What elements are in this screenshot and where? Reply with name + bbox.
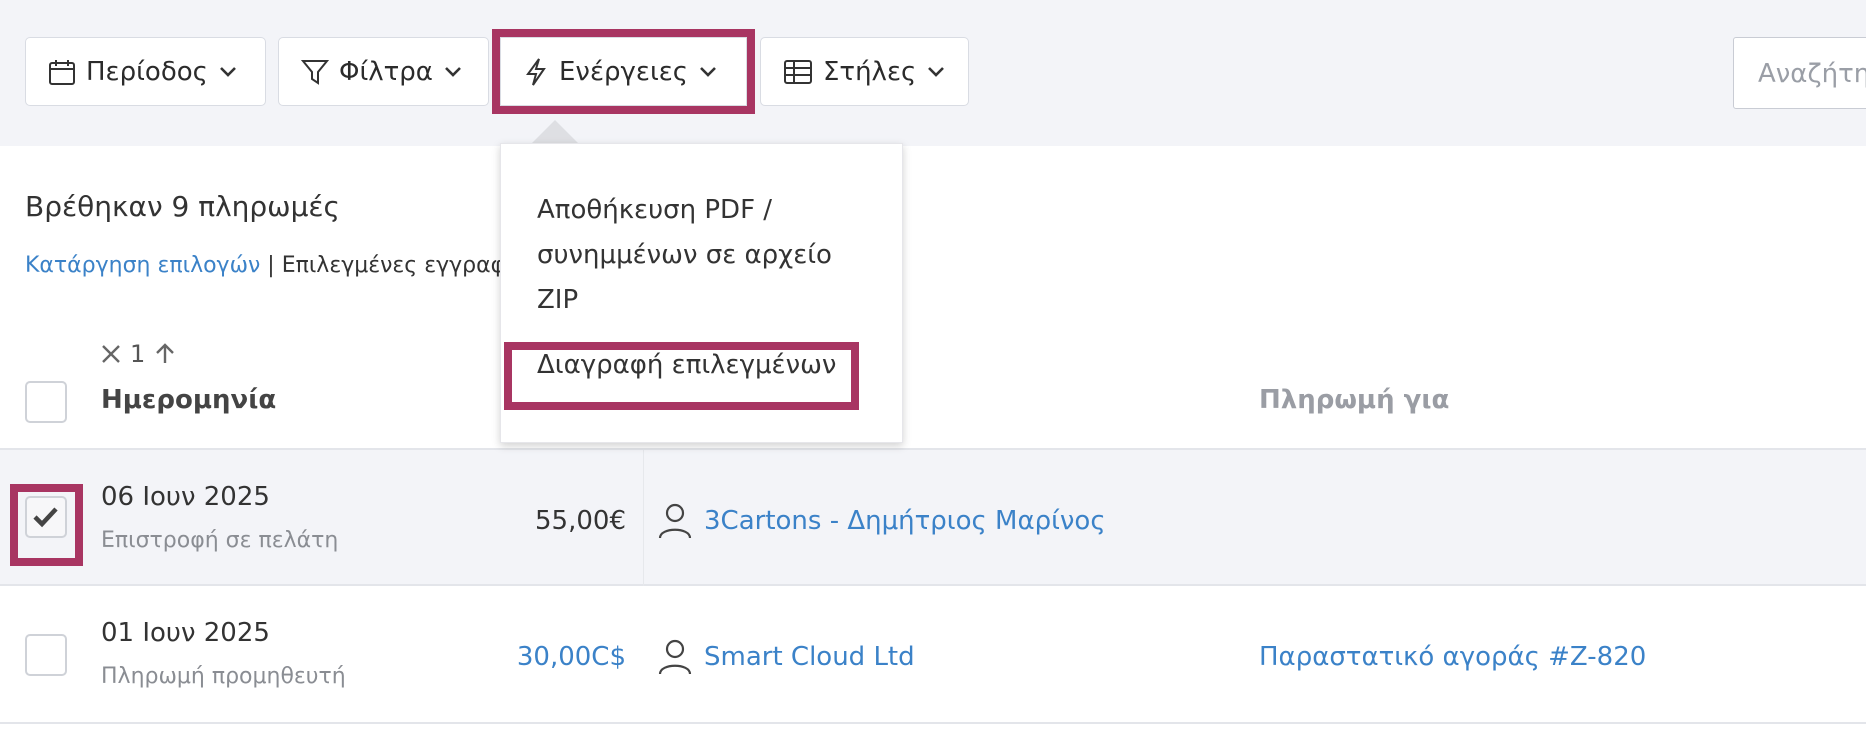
row-type: Επιστροφή σε πελάτη xyxy=(101,528,339,553)
select-all-checkbox[interactable] xyxy=(25,381,67,423)
actions-label: Ενέργειες xyxy=(559,56,689,87)
person-icon xyxy=(658,639,692,675)
sort-index: 1 xyxy=(130,340,146,368)
calendar-icon xyxy=(49,59,75,85)
close-icon[interactable] xyxy=(100,343,122,365)
actions-button[interactable]: Ενέργειες xyxy=(492,29,755,114)
row-date: 06 Ιουν 2025 xyxy=(101,482,270,512)
table-row[interactable]: 06 Ιουν 2025 Επιστροφή σε πελάτη 55,00€ … xyxy=(0,448,1866,588)
columns-icon xyxy=(784,59,812,84)
chevron-down-icon xyxy=(445,66,461,77)
checkbox-highlight xyxy=(10,484,83,566)
lightning-icon xyxy=(526,57,546,86)
search-input[interactable]: Αναζήτηση xyxy=(1733,37,1866,109)
arrow-up-icon[interactable] xyxy=(153,342,177,366)
party-name[interactable]: Smart Cloud Ltd xyxy=(704,642,915,672)
clear-selection-link[interactable]: Κατάργηση επιλογών xyxy=(25,253,260,278)
row-type: Πληρωμή προμηθευτή xyxy=(101,664,346,689)
row-date: 01 Ιουν 2025 xyxy=(101,618,270,648)
column-header-date[interactable]: Ημερομηνία xyxy=(101,385,276,415)
filter-icon xyxy=(301,59,329,85)
filters-button[interactable]: Φίλτρα xyxy=(278,37,489,106)
person-icon xyxy=(658,503,692,539)
column-header-payment-for[interactable]: Πληρωμή για xyxy=(1259,385,1449,415)
save-pdf-zip-menu-item[interactable]: Αποθήκευση PDF / συνημμένων σε αρχείο ZI… xyxy=(537,188,877,323)
row-party[interactable]: Smart Cloud Ltd xyxy=(658,638,915,676)
period-button[interactable]: Περίοδος xyxy=(25,37,266,106)
chevron-down-icon xyxy=(219,66,236,77)
row-party[interactable]: 3Cartons - Δημήτριος Μαρίνος xyxy=(658,502,1106,540)
row-amount: 30,00C$ xyxy=(516,642,626,672)
row-amount: 55,00€ xyxy=(535,506,626,536)
filters-label: Φίλτρα xyxy=(339,56,433,87)
columns-label: Στήλες xyxy=(823,56,917,87)
result-count: Βρέθηκαν 9 πληρωμές xyxy=(25,190,340,223)
period-label: Περίοδος xyxy=(86,56,208,87)
row-checkbox[interactable] xyxy=(25,634,67,676)
party-name[interactable]: 3Cartons - Δημήτριος Μαρίνος xyxy=(704,506,1106,536)
sort-control: 1 xyxy=(100,340,177,368)
column-divider xyxy=(643,450,644,588)
selection-line: Κατάργηση επιλογών | Επιλεγμένες εγγραφ xyxy=(25,253,505,278)
selected-records-link[interactable]: Επιλεγμένες εγγραφ xyxy=(282,253,505,278)
separator: | xyxy=(267,253,275,278)
chevron-down-icon xyxy=(928,66,945,77)
table-row[interactable]: 01 Ιουν 2025 Πληρωμή προμηθευτή 30,00C$ … xyxy=(0,586,1866,724)
delete-highlight xyxy=(504,342,859,410)
toolbar: Περίοδος Φίλτρα Ενέργειες Στήλες Αναζήτη… xyxy=(0,0,1866,146)
chevron-down-icon xyxy=(700,66,716,77)
row-payment-for[interactable]: Παραστατικό αγοράς #Z-820 xyxy=(1259,642,1646,672)
columns-button[interactable]: Στήλες xyxy=(760,37,969,106)
